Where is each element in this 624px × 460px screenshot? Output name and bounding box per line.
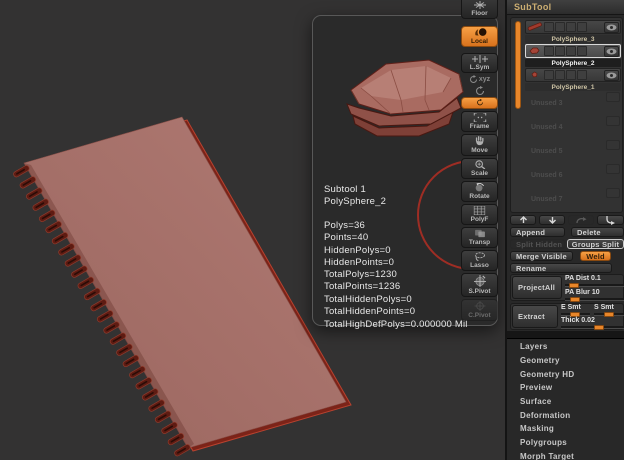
palette-divider [507, 331, 624, 339]
subtool-item-unused[interactable]: Unused 3 [525, 92, 621, 114]
section-deformation[interactable]: Deformation [507, 409, 624, 422]
visibility-eye-icon[interactable] [604, 69, 619, 81]
section-morph-target[interactable]: Morph Target [507, 450, 624, 460]
subtool-item-polysphere3[interactable]: PolySphere_3 [525, 20, 621, 43]
visibility-eye-icon [606, 92, 620, 102]
pa-dist-slider[interactable]: PA Dist 0.1 [565, 275, 624, 288]
polyframe-grid-icon [473, 206, 486, 215]
scale-button[interactable]: Scale [461, 158, 498, 179]
rotate-y-button[interactable] [461, 85, 498, 95]
rotate-z-button[interactable] [461, 97, 498, 109]
subtool-list: PolySphere_3 PolySphere_2 PolySphere_1 U… [510, 17, 623, 213]
floor-icon [473, 1, 486, 9]
subtool-copy-button[interactable] [568, 215, 594, 225]
section-surface[interactable]: Surface [507, 395, 624, 408]
frame-button[interactable]: Frame [461, 111, 498, 132]
subtool-paste-button[interactable] [597, 215, 624, 225]
rotate-sphere-icon [475, 183, 485, 192]
subtool-thumbnail [527, 22, 542, 31]
e-smt-slider[interactable]: E Smt [561, 304, 590, 317]
move-button[interactable]: Move [461, 134, 498, 156]
move-hand-icon [475, 136, 484, 146]
subtool-stats-totals: TotalPolys=1230 TotalPoints=1236 TotalHi… [324, 269, 468, 330]
frame-icon [473, 113, 486, 122]
visibility-eye-icon [606, 188, 620, 198]
rotate-arrow-icon [476, 99, 483, 106]
visibility-eye-icon [606, 116, 620, 126]
subtool-thumbnail [531, 71, 538, 78]
slider-handle[interactable] [570, 297, 580, 302]
local-icon [474, 28, 486, 36]
lasso-icon [474, 252, 485, 261]
subtool-list-scrollbar[interactable] [515, 21, 521, 109]
curved-arrow-icon [575, 217, 586, 224]
transparency-button[interactable]: Transp [461, 227, 498, 248]
subtool-item-unused[interactable]: Unused 6 [525, 164, 621, 186]
rotate-arrow-icon [475, 85, 484, 95]
subtool-palette: SubTool PolySphere_3 PolySphere_2 PolySp… [505, 0, 624, 460]
thick-slider[interactable]: Thick 0.02 [561, 317, 624, 330]
zbrush-window: Subtool 1 PolySphere_2 Polys=36 Points=4… [0, 0, 624, 460]
append-button[interactable]: Append [510, 227, 565, 237]
polyframe-button[interactable]: PolyF [461, 204, 498, 225]
section-masking[interactable]: Masking [507, 422, 624, 435]
visibility-eye-icon[interactable] [604, 21, 619, 33]
subtool-palette-title: SubTool [514, 2, 552, 12]
rotate-button[interactable]: Rotate [461, 181, 498, 202]
subtool-thumbnail [529, 47, 540, 54]
section-geometry[interactable]: Geometry [507, 354, 624, 367]
lsym-button[interactable]: L.Sym [461, 53, 498, 73]
rotate-xyz-button[interactable]: xyz [461, 75, 498, 84]
scale-magnifier-icon [474, 160, 485, 169]
subtool-item-polysphere2-selected[interactable]: PolySphere_2 [525, 44, 621, 67]
subtool-item-polysphere1[interactable]: PolySphere_1 [525, 68, 621, 91]
projectall-button[interactable]: ProjectAll [512, 276, 562, 299]
visibility-eye-icon [606, 164, 620, 174]
section-geometry-hd[interactable]: Geometry HD [507, 368, 624, 381]
local-button[interactable]: Local [461, 26, 498, 47]
set-pivot-button[interactable]: S.Pivot [461, 273, 498, 297]
merge-visible-button[interactable]: Merge Visible [510, 251, 573, 261]
subtool-item-unused[interactable]: Unused 5 [525, 140, 621, 162]
visibility-eye-icon[interactable] [604, 45, 619, 57]
delete-button[interactable]: Delete [571, 227, 624, 237]
visibility-eye-icon [606, 140, 620, 150]
rotate-arrow-icon [469, 75, 477, 83]
extract-button[interactable]: Extract [512, 305, 558, 328]
clear-pivot-icon [474, 301, 485, 311]
rename-button[interactable]: Rename [510, 263, 612, 273]
subtool-stats-header: Subtool 1 PolySphere_2 [324, 184, 387, 208]
floor-button[interactable]: Floor [461, 0, 498, 19]
section-preview[interactable]: Preview [507, 381, 624, 394]
arrow-down-icon [548, 217, 556, 224]
section-layers[interactable]: Layers [507, 340, 624, 353]
branch-arrow-icon [606, 215, 615, 225]
subtool-stats-current: Polys=36 Points=40 HiddenPolys=0 HiddenP… [324, 220, 395, 269]
slider-handle[interactable] [569, 283, 579, 288]
transparency-icon [474, 229, 485, 238]
polysphere-preview [346, 59, 464, 137]
subtool-item-unused[interactable]: Unused 7 [525, 188, 621, 210]
lasso-button[interactable]: Lasso [461, 250, 498, 271]
slider-handle[interactable] [594, 325, 604, 330]
lsym-icon [471, 55, 488, 63]
clear-pivot-button[interactable]: C.Pivot [461, 299, 498, 321]
weld-button[interactable]: Weld [580, 251, 611, 261]
right-shelf-toolbar: Floor Local L.Sym xyz Frame Move Scale R… [459, 0, 501, 345]
s-smt-slider[interactable]: S Smt [594, 304, 624, 317]
subtool-item-unused[interactable]: Unused 4 [525, 116, 621, 138]
section-polygroups[interactable]: Polygroups [507, 436, 624, 449]
subtool-move-up-button[interactable] [510, 215, 536, 225]
split-hidden-button[interactable]: Split Hidden [510, 239, 565, 249]
groups-split-button[interactable]: Groups Split [567, 239, 624, 249]
arrow-up-icon [519, 216, 527, 223]
pa-blur-slider[interactable]: PA Blur 10 [565, 289, 624, 302]
set-pivot-icon [473, 275, 486, 287]
subtool-palette-header[interactable]: SubTool [507, 0, 624, 15]
subtool-move-down-button[interactable] [539, 215, 565, 225]
